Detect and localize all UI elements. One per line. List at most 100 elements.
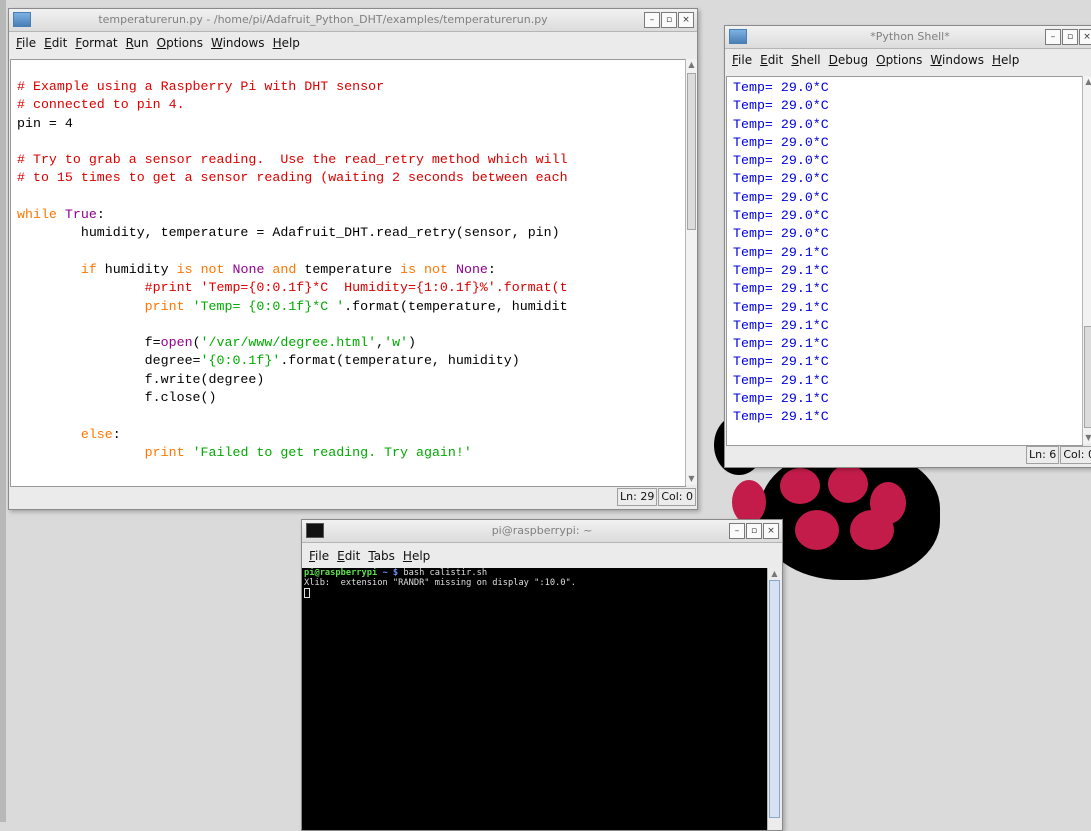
shell-output-line: Temp= 29.0*C: [733, 189, 829, 205]
menu-edit[interactable]: Edit: [337, 549, 360, 563]
code-line: # Example using a Raspberry Pi with DHT …: [17, 79, 385, 94]
editor-scrollbar[interactable]: ▲ ▼: [685, 59, 697, 485]
maximize-button[interactable]: ▫: [1062, 29, 1078, 45]
desktop-edge: [0, 0, 6, 822]
menu-edit[interactable]: Edit: [44, 36, 67, 50]
close-button[interactable]: ×: [1079, 29, 1091, 45]
terminal-titlebar[interactable]: pi@raspberrypi: ~ – ▫ ×: [302, 520, 782, 543]
shell-output-line: Temp= 29.1*C: [733, 262, 829, 278]
code-editor[interactable]: # Example using a Raspberry Pi with DHT …: [10, 59, 686, 487]
string: 'w': [384, 335, 409, 351]
minimize-button[interactable]: –: [729, 523, 745, 539]
code-line: f.write(degree): [144, 371, 265, 387]
code-text: # Example using a Raspberry Pi with DHT …: [17, 79, 568, 460]
scroll-up-icon[interactable]: ▲: [1083, 76, 1091, 88]
close-button[interactable]: ×: [678, 12, 694, 28]
code-text: degree=: [144, 353, 201, 369]
menu-debug[interactable]: Debug: [829, 53, 868, 67]
prompt-path: ~ $: [377, 568, 399, 578]
menu-help[interactable]: Help: [992, 53, 1019, 67]
shell-output-line: Temp= 29.1*C: [733, 244, 829, 260]
shell-output-line: Temp= 29.0*C: [733, 80, 829, 95]
code-text: humidity: [96, 261, 177, 277]
code-text: f=: [144, 335, 161, 351]
menu-help[interactable]: Help: [273, 36, 300, 50]
editor-titlebar[interactable]: temperaturerun.py - /home/pi/Adafruit_Py…: [9, 9, 697, 32]
keyword: if: [80, 261, 97, 277]
scroll-thumb[interactable]: [769, 580, 780, 818]
close-button[interactable]: ×: [763, 523, 779, 539]
scroll-up-icon[interactable]: ▲: [768, 568, 781, 580]
keyword: is: [400, 261, 417, 277]
editor-window[interactable]: temperaturerun.py - /home/pi/Adafruit_Py…: [8, 8, 698, 510]
shell-scrollbar[interactable]: ▲ ▼: [1082, 76, 1091, 444]
keyword: not: [200, 261, 225, 277]
menu-file[interactable]: File: [16, 36, 36, 50]
scroll-thumb[interactable]: [687, 73, 696, 230]
menu-format[interactable]: Format: [75, 36, 117, 50]
terminal-body[interactable]: pi@raspberrypi ~ $ bash calistir.sh Xlib…: [302, 568, 767, 830]
builtin: open: [160, 335, 193, 351]
terminal-cursor: [304, 588, 310, 598]
shell-output-area[interactable]: Temp= 29.0*C Temp= 29.0*C Temp= 29.0*C Temp…: [726, 76, 1083, 446]
shell-output-line: Temp= 29.0*C: [733, 153, 829, 169]
code-line: # to 15 times to get a sensor reading (w…: [17, 170, 568, 186]
keyword: while: [17, 207, 57, 223]
terminal-scrollbar[interactable]: ▲: [767, 568, 781, 830]
shell-output-line: Temp= 29.0*C: [733, 208, 829, 224]
menu-run[interactable]: Run: [126, 36, 149, 50]
shell-output-line: Temp= 29.1*C: [733, 336, 829, 352]
menu-tabs[interactable]: Tabs: [368, 549, 395, 563]
shell-output-line: Temp= 29.0*C: [733, 171, 829, 187]
string: 'Temp= {0:0.1f}*C ': [192, 298, 345, 314]
string: '/var/www/degree.html': [200, 335, 377, 351]
menu-help[interactable]: Help: [403, 549, 430, 563]
shell-menubar: File Edit Shell Debug Options Windows He…: [725, 49, 1091, 71]
code-line: # Try to grab a sensor reading. Use the …: [17, 152, 568, 168]
shell-output-line: Temp= 29.1*C: [733, 299, 829, 315]
menu-options[interactable]: Options: [157, 36, 203, 50]
code-line: pin = 4: [17, 115, 73, 131]
shell-output-line: Temp= 29.1*C: [733, 372, 829, 388]
code-line: f.close(): [144, 390, 217, 406]
shell-output-line: Temp= 29.1*C: [733, 354, 829, 370]
menu-edit[interactable]: Edit: [760, 53, 783, 67]
terminal-output: Xlib: extension "RANDR" missing on displ…: [304, 577, 576, 588]
code-text: temperature: [296, 261, 401, 277]
scroll-up-icon[interactable]: ▲: [686, 59, 697, 71]
shell-statusbar: Ln: 6 Col: 0: [1025, 446, 1091, 466]
code-line: # connected to pin 4.: [17, 97, 185, 113]
terminal-menubar: File Edit Tabs Help: [302, 545, 782, 567]
menu-shell[interactable]: Shell: [791, 53, 820, 67]
minimize-button[interactable]: –: [1045, 29, 1061, 45]
builtin: None: [232, 261, 265, 277]
code-text: .format(temperature, humidity): [280, 353, 520, 369]
line-number: Ln: 29: [617, 488, 658, 506]
shell-title: *Python Shell*: [870, 30, 950, 43]
menu-windows[interactable]: Windows: [211, 36, 265, 50]
maximize-button[interactable]: ▫: [661, 12, 677, 28]
terminal-text: pi@raspberrypi ~ $ bash calistir.sh Xlib…: [304, 568, 576, 598]
code-line: humidity, temperature = Adafruit_DHT.rea…: [80, 225, 560, 241]
menu-file[interactable]: File: [309, 549, 329, 563]
scroll-thumb[interactable]: [1084, 326, 1091, 428]
scroll-down-icon[interactable]: ▼: [686, 473, 697, 485]
shell-output-line: Temp= 29.0*C: [733, 226, 829, 242]
keyword: and: [272, 261, 297, 277]
menu-windows[interactable]: Windows: [930, 53, 984, 67]
menu-options[interactable]: Options: [876, 53, 922, 67]
terminal-command: bash calistir.sh: [398, 568, 488, 578]
minimize-button[interactable]: –: [644, 12, 660, 28]
scroll-down-icon[interactable]: ▼: [1083, 432, 1091, 444]
menu-file[interactable]: File: [732, 53, 752, 67]
shell-titlebar[interactable]: *Python Shell* – ▫ ×: [725, 26, 1091, 49]
keyword: not: [424, 261, 448, 277]
code-line: #print 'Temp={0:0.1f}*C Humidity={1:0.1f…: [144, 280, 568, 296]
keyword: print: [144, 444, 185, 460]
editor-menubar: File Edit Format Run Options Windows Hel…: [9, 32, 697, 54]
shell-output: Temp= 29.0*C Temp= 29.0*C Temp= 29.0*C Temp…: [733, 79, 829, 427]
shell-window[interactable]: *Python Shell* – ▫ × File Edit Shell Deb…: [724, 25, 1091, 468]
maximize-button[interactable]: ▫: [746, 523, 762, 539]
terminal-window[interactable]: pi@raspberrypi: ~ – ▫ × File Edit Tabs H…: [301, 519, 783, 831]
shell-output-line: Temp= 29.1*C: [733, 391, 829, 407]
